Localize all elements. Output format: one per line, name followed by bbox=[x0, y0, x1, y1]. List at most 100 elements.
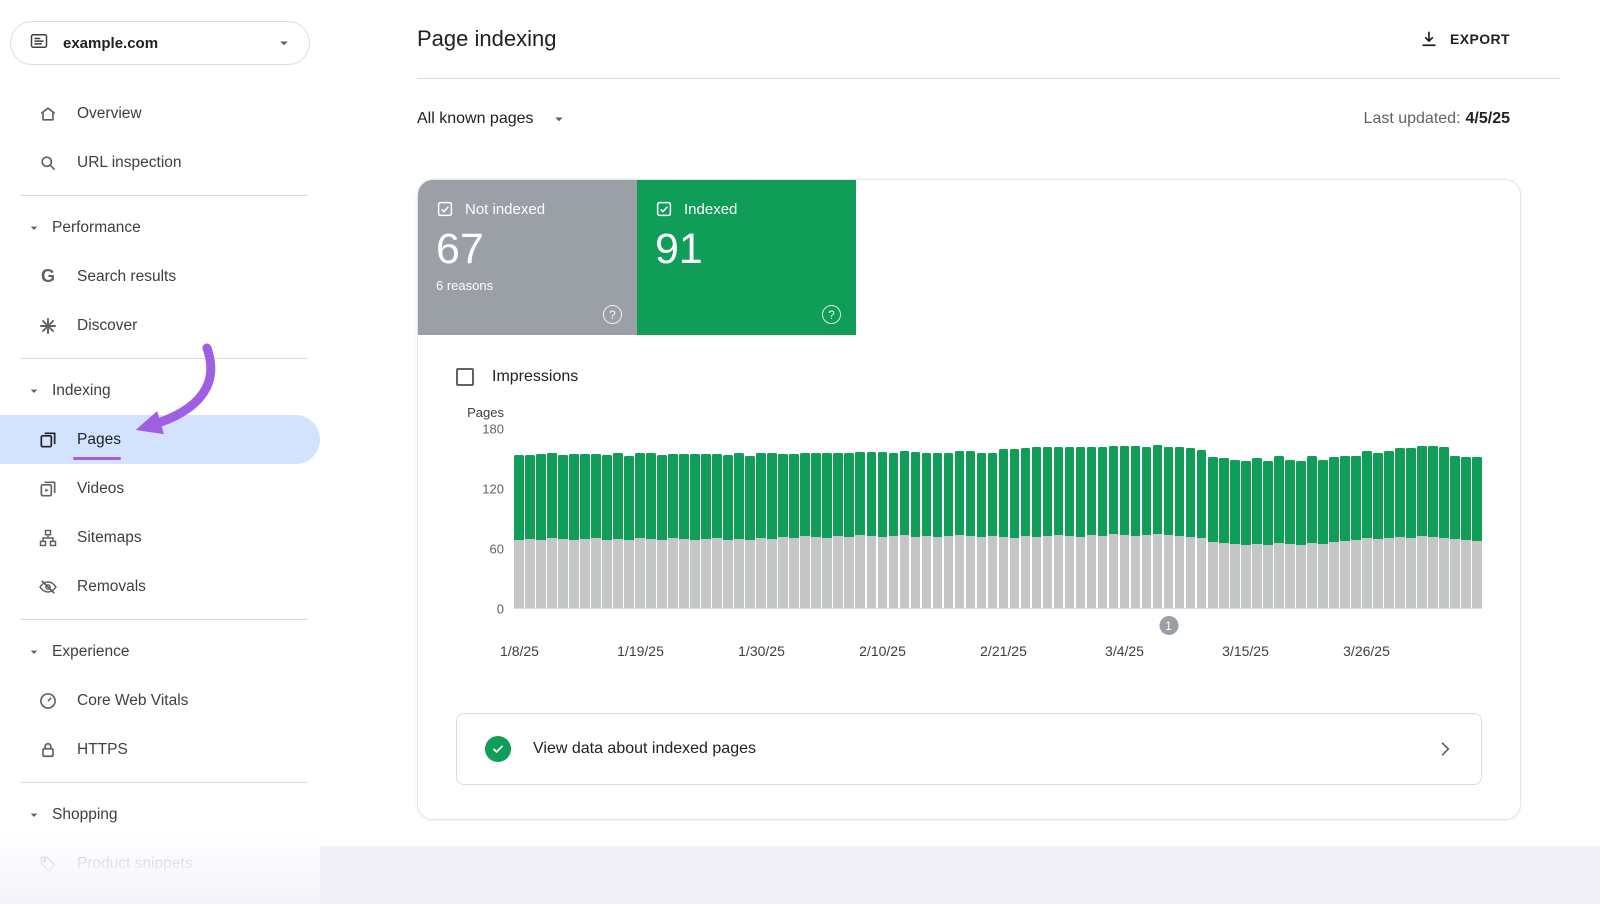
chart-bar[interactable] bbox=[1197, 429, 1207, 608]
chart-bar[interactable] bbox=[1329, 429, 1339, 608]
sidebar-item-url-inspection[interactable]: URL inspection bbox=[0, 138, 320, 187]
chart-bar[interactable] bbox=[1373, 429, 1383, 608]
chart-bar[interactable] bbox=[1109, 429, 1119, 608]
export-button[interactable]: EXPORT bbox=[1419, 29, 1510, 49]
chart-bar[interactable] bbox=[1043, 429, 1053, 608]
chart-bar[interactable] bbox=[1076, 429, 1086, 608]
chart-bar[interactable] bbox=[624, 429, 634, 608]
chart-bar[interactable] bbox=[536, 429, 546, 608]
sidebar-item-videos[interactable]: Videos bbox=[0, 464, 320, 513]
chart-bar[interactable] bbox=[767, 429, 777, 608]
chart-bar[interactable] bbox=[635, 429, 645, 608]
chart-bar[interactable] bbox=[911, 429, 921, 608]
chart-bar[interactable] bbox=[701, 429, 711, 608]
chart-bar[interactable] bbox=[745, 429, 755, 608]
chart-bar[interactable] bbox=[1450, 429, 1460, 608]
chart-bar[interactable] bbox=[1296, 429, 1306, 608]
impressions-checkbox[interactable] bbox=[456, 368, 474, 386]
chart-bar[interactable] bbox=[1175, 429, 1185, 608]
sidebar-section-performance[interactable]: Performance bbox=[0, 204, 320, 252]
chart-bar[interactable] bbox=[1208, 429, 1218, 608]
chart-bar[interactable] bbox=[1252, 429, 1262, 608]
sidebar-item-discover[interactable]: Discover bbox=[0, 301, 320, 350]
chart-bar[interactable] bbox=[1098, 429, 1108, 608]
chart-bar[interactable] bbox=[955, 429, 965, 608]
indexed-tile[interactable]: Indexed 91 ? bbox=[637, 180, 856, 335]
chart-bar[interactable] bbox=[646, 429, 656, 608]
sidebar-item-sitemaps[interactable]: Sitemaps bbox=[0, 513, 320, 562]
chart-bar[interactable] bbox=[1087, 429, 1097, 608]
chart-bar[interactable] bbox=[690, 429, 700, 608]
chart-bar[interactable] bbox=[1164, 429, 1174, 608]
chart-bar[interactable] bbox=[1219, 429, 1229, 608]
chart-bar[interactable] bbox=[1274, 429, 1284, 608]
sidebar-item-removals[interactable]: Removals bbox=[0, 562, 320, 611]
chart-bar[interactable] bbox=[1065, 429, 1075, 608]
chart-bar[interactable] bbox=[878, 429, 888, 608]
chart-bar[interactable] bbox=[558, 429, 568, 608]
chart-bar[interactable] bbox=[756, 429, 766, 608]
page-scope-dropdown[interactable]: All known pages bbox=[417, 110, 568, 128]
chart-bar[interactable] bbox=[1285, 429, 1295, 608]
chart-bar[interactable] bbox=[1263, 429, 1273, 608]
chart-bar[interactable] bbox=[1021, 429, 1031, 608]
chart-bar[interactable] bbox=[723, 429, 733, 608]
chart-bar[interactable] bbox=[1395, 429, 1405, 608]
chart-bar[interactable] bbox=[547, 429, 557, 608]
chart-bar[interactable] bbox=[844, 429, 854, 608]
view-indexed-data-banner[interactable]: View data about indexed pages bbox=[456, 713, 1482, 785]
chart-bar[interactable] bbox=[1230, 429, 1240, 608]
chart-bar[interactable] bbox=[1032, 429, 1042, 608]
chart-bar[interactable] bbox=[712, 429, 722, 608]
chart-bar[interactable] bbox=[889, 429, 899, 608]
chart-bar[interactable] bbox=[591, 429, 601, 608]
chart-bar[interactable] bbox=[1241, 429, 1251, 608]
chart-bar[interactable] bbox=[789, 429, 799, 608]
sidebar-section-shopping[interactable]: Shopping bbox=[0, 791, 320, 839]
chart-bar[interactable] bbox=[613, 429, 623, 608]
chart-bar[interactable] bbox=[1131, 429, 1141, 608]
sidebar-item-https[interactable]: HTTPS bbox=[0, 725, 320, 774]
chart-bar[interactable] bbox=[922, 429, 932, 608]
chart-bar[interactable] bbox=[1120, 429, 1130, 608]
chart-bar[interactable] bbox=[933, 429, 943, 608]
help-icon[interactable]: ? bbox=[822, 305, 841, 324]
chart-bar[interactable] bbox=[1307, 429, 1317, 608]
chart-bar[interactable] bbox=[1153, 429, 1163, 608]
not-indexed-tile[interactable]: Not indexed 67 6 reasons ? bbox=[418, 180, 637, 335]
chart-bar[interactable] bbox=[1461, 429, 1471, 608]
chart-bar[interactable] bbox=[1010, 429, 1020, 608]
sidebar-section-indexing[interactable]: Indexing bbox=[0, 367, 320, 415]
chart-bar[interactable] bbox=[1318, 429, 1328, 608]
chart-bar[interactable] bbox=[999, 429, 1009, 608]
chart-bar[interactable] bbox=[514, 429, 524, 608]
chart-bar[interactable] bbox=[900, 429, 910, 608]
sidebar-item-overview[interactable]: Overview bbox=[0, 89, 320, 138]
chart-bar[interactable] bbox=[1340, 429, 1350, 608]
chart-bar[interactable] bbox=[580, 429, 590, 608]
chart-bar[interactable] bbox=[1406, 429, 1416, 608]
chart-bar[interactable] bbox=[822, 429, 832, 608]
sidebar-item-pages[interactable]: Pages bbox=[0, 415, 320, 464]
chart-bar[interactable] bbox=[1428, 429, 1438, 608]
chart-bar[interactable] bbox=[602, 429, 612, 608]
chart-bar[interactable] bbox=[1054, 429, 1064, 608]
chart-bar[interactable] bbox=[944, 429, 954, 608]
chart-bar[interactable] bbox=[811, 429, 821, 608]
help-icon[interactable]: ? bbox=[603, 305, 622, 324]
sidebar-item-search-results[interactable]: G Search results bbox=[0, 252, 320, 301]
chart-bar[interactable] bbox=[833, 429, 843, 608]
chart-bar[interactable] bbox=[988, 429, 998, 608]
property-selector[interactable]: example.com bbox=[10, 21, 310, 65]
chart-bar[interactable] bbox=[1439, 429, 1449, 608]
chart-bar[interactable] bbox=[1362, 429, 1372, 608]
chart-bar[interactable] bbox=[778, 429, 788, 608]
chart-bar[interactable] bbox=[1186, 429, 1196, 608]
sidebar-item-core-web-vitals[interactable]: Core Web Vitals bbox=[0, 676, 320, 725]
chart-bar[interactable] bbox=[977, 429, 987, 608]
chart-bar[interactable] bbox=[569, 429, 579, 608]
sidebar-item-product-snippets[interactable]: Product snippets bbox=[0, 839, 320, 888]
chart-bar[interactable] bbox=[855, 429, 865, 608]
sidebar-section-experience[interactable]: Experience bbox=[0, 628, 320, 676]
chart-bar[interactable] bbox=[1472, 429, 1482, 608]
